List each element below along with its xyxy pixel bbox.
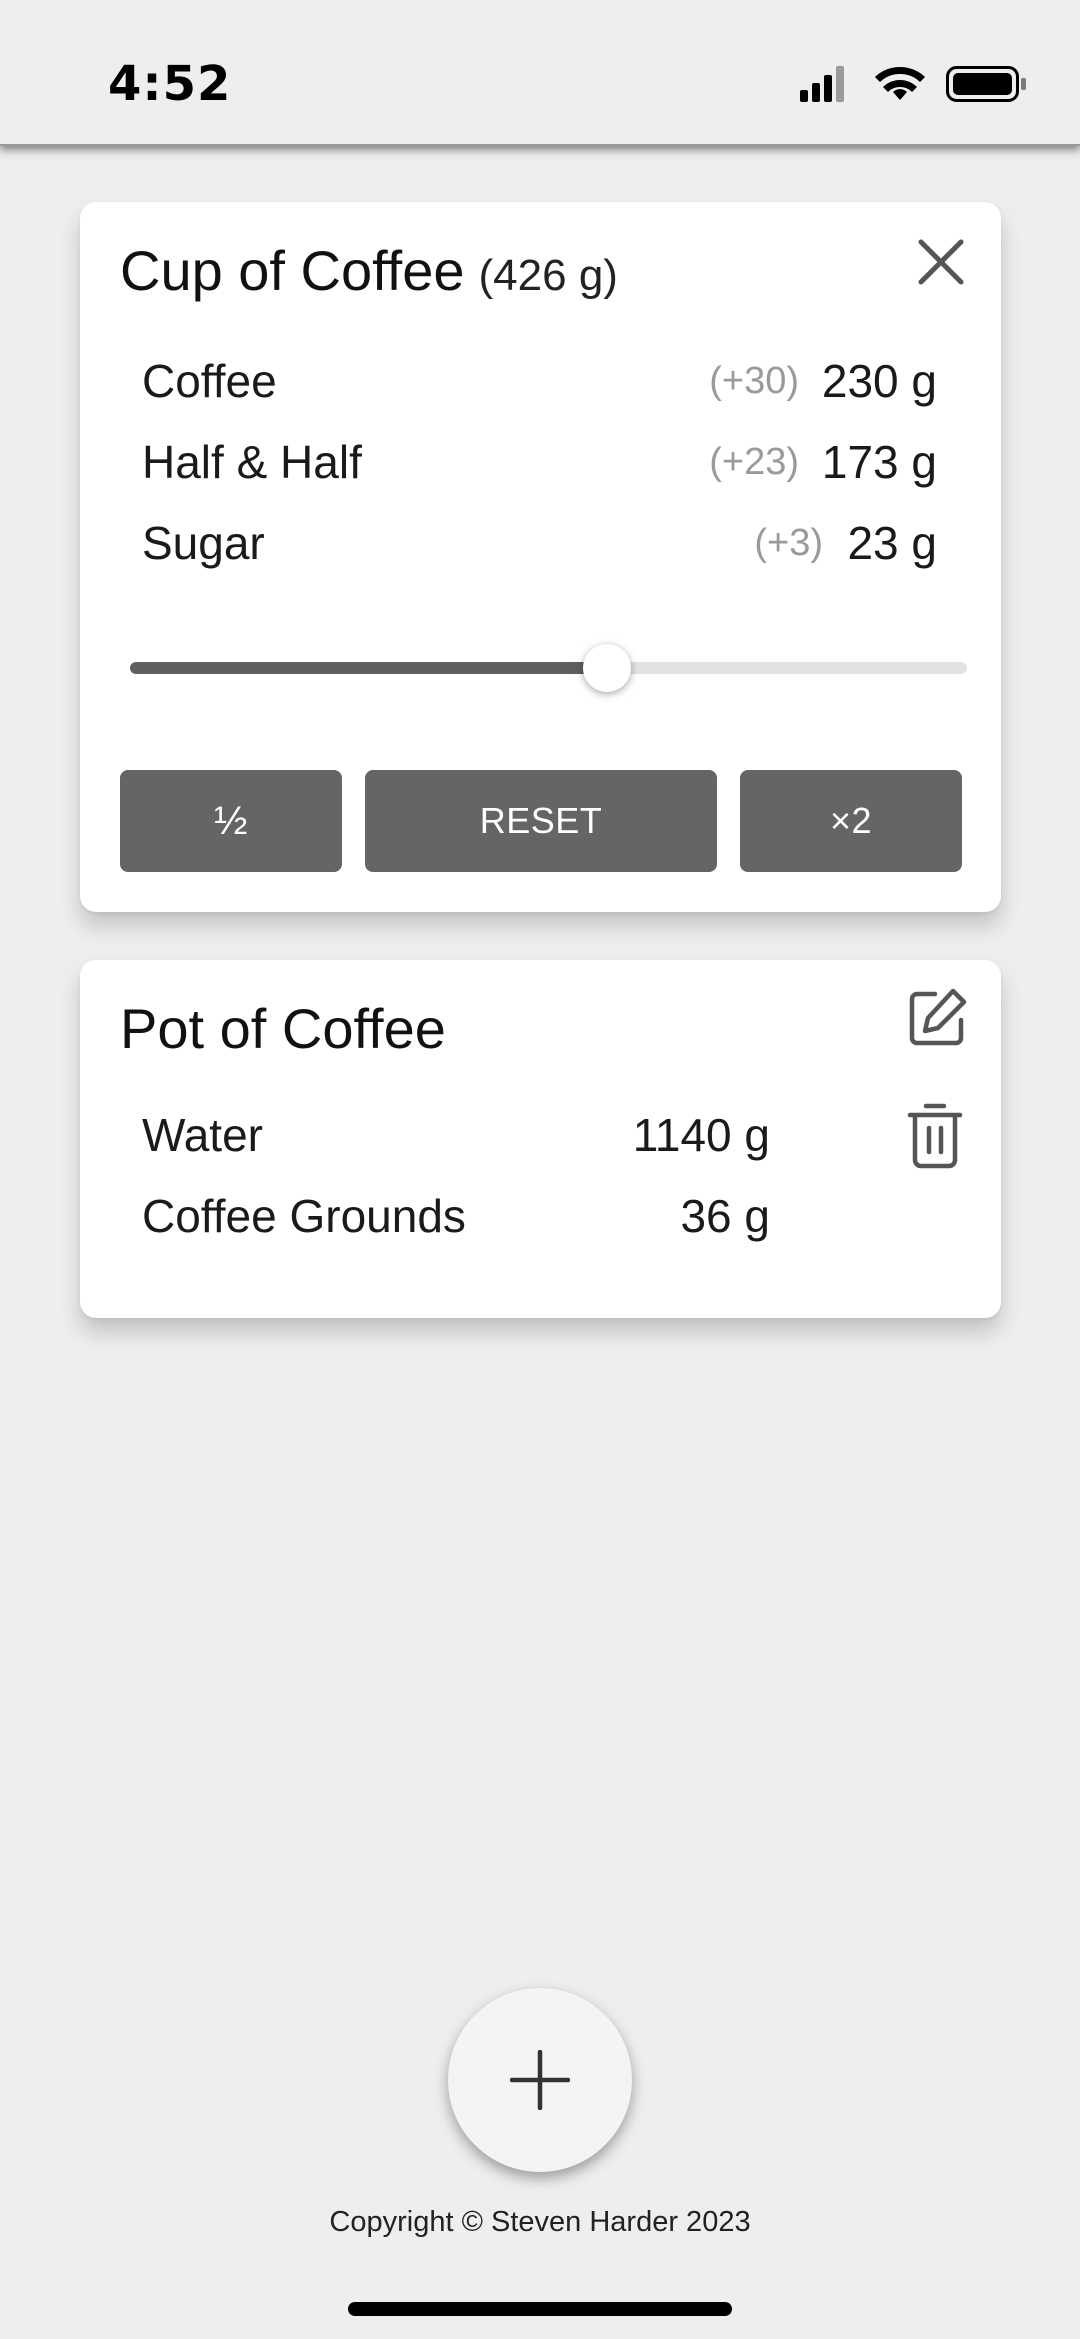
ingredient-row: Coffee (+30) 230 g xyxy=(142,348,937,408)
recipe-title: Pot of Coffee xyxy=(120,996,446,1061)
ingredient-amount: 173 g xyxy=(821,436,937,488)
ingredient-amount: 23 g xyxy=(847,517,937,569)
ingredient-row: Coffee Grounds 36 g xyxy=(142,1183,770,1243)
battery-icon xyxy=(946,66,1026,102)
edit-icon xyxy=(909,988,967,1046)
double-button[interactable]: ×2 xyxy=(740,770,962,872)
app-screen: 4:52 Cup of Coffee (426 g) Coffee (+30) … xyxy=(0,0,1080,2339)
ingredient-delta: (+30) xyxy=(709,360,799,402)
ingredient-row: Water 1140 g xyxy=(142,1102,770,1162)
close-button[interactable] xyxy=(911,232,971,292)
delete-button[interactable] xyxy=(907,1102,963,1170)
recipe-total-weight: (426 g) xyxy=(478,251,618,300)
trash-icon xyxy=(907,1103,963,1169)
recipe-title-text: Cup of Coffee xyxy=(120,239,465,302)
reset-button[interactable]: RESET xyxy=(365,770,717,872)
edit-button[interactable] xyxy=(905,986,969,1050)
ingredient-delta: (+3) xyxy=(754,522,823,564)
ingredient-name: Water xyxy=(142,1109,263,1161)
ingredient-amount: 230 g xyxy=(821,355,937,407)
cellular-signal-icon xyxy=(800,66,844,102)
slider-thumb[interactable] xyxy=(583,644,632,692)
ingredient-name: Coffee xyxy=(142,355,277,407)
slider-fill xyxy=(130,662,608,674)
ingredient-amount: 36 g xyxy=(680,1190,770,1242)
status-icons xyxy=(800,62,1028,106)
ingredient-amount: 1140 g xyxy=(632,1109,770,1161)
recipe-title-text: Pot of Coffee xyxy=(120,997,446,1060)
status-time: 4:52 xyxy=(108,56,232,112)
ingredient-row: Sugar (+3) 23 g xyxy=(142,510,937,570)
copyright-text: Copyright © Steven Harder 2023 xyxy=(329,2206,751,2238)
plus-icon xyxy=(510,2050,570,2110)
ingredient-name: Coffee Grounds xyxy=(142,1190,466,1242)
home-indicator[interactable] xyxy=(348,2302,732,2316)
status-bar: 4:52 xyxy=(0,0,1080,146)
wifi-icon xyxy=(875,67,925,100)
add-recipe-button[interactable] xyxy=(448,1988,632,2172)
recipe-card-pot-of-coffee: Pot of Coffee Water 1140 g Coffee Ground… xyxy=(80,960,1001,1318)
close-icon xyxy=(918,239,964,285)
ingredient-name: Sugar xyxy=(142,517,265,569)
ingredient-name: Half & Half xyxy=(142,436,362,488)
recipe-title: Cup of Coffee (426 g) xyxy=(120,238,618,303)
ingredient-row: Half & Half (+23) 173 g xyxy=(142,429,937,489)
ingredient-delta: (+23) xyxy=(709,441,799,483)
recipe-card-cup-of-coffee: Cup of Coffee (426 g) Coffee (+30) 230 g … xyxy=(80,202,1001,912)
scale-slider[interactable] xyxy=(130,642,967,692)
half-button[interactable]: ½ xyxy=(120,770,342,872)
